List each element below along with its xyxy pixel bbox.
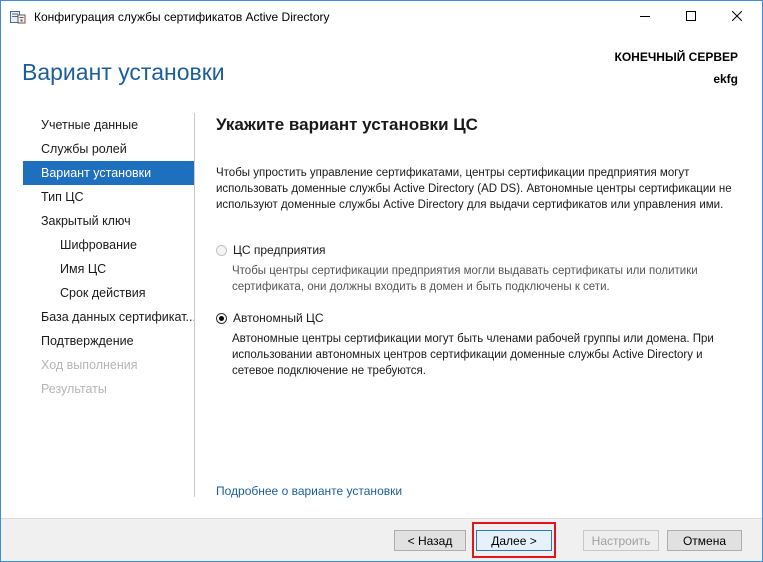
close-button[interactable] <box>714 1 760 33</box>
nav-item-role-services[interactable]: Службы ролей <box>23 137 195 161</box>
wizard-window: Конфигурация службы сертификатов Active … <box>0 0 763 562</box>
configure-button[interactable]: Настроить <box>583 530 659 551</box>
minimize-button[interactable] <box>622 1 668 33</box>
nav-item-setup-type[interactable]: Вариант установки <box>23 161 195 185</box>
enterprise-ca-option[interactable]: ЦС предприятия <box>216 243 326 257</box>
navigation-divider <box>194 113 195 497</box>
enterprise-ca-label: ЦС предприятия <box>233 243 326 257</box>
standalone-ca-option[interactable]: Автономный ЦС <box>216 311 324 325</box>
nav-item-results: Результаты <box>41 382 107 396</box>
close-icon <box>731 8 743 26</box>
nav-item-ca-name[interactable]: Имя ЦС <box>23 257 195 281</box>
section-heading: Укажите вариант установки ЦС <box>216 115 478 134</box>
wizard-footer: < Назад Далее > Настроить Отмена <box>1 518 762 561</box>
window-title: Конфигурация службы сертификатов Active … <box>34 10 330 24</box>
destination-server-label: КОНЕЧНЫЙ СЕРВЕР <box>614 50 738 64</box>
nav-item-credentials[interactable]: Учетные данные <box>23 113 195 137</box>
main-content: Укажите вариант установки ЦС Чтобы упрос… <box>216 113 741 377</box>
next-button[interactable]: Далее > <box>476 530 552 551</box>
nav-item-progress: Ход выполнения <box>41 358 138 372</box>
more-about-setup-type-link[interactable]: Подробнее о варианте установки <box>216 484 402 498</box>
standalone-ca-radio[interactable] <box>216 312 227 324</box>
standalone-ca-description: Автономные центры сертификации могут быт… <box>232 333 714 377</box>
certificate-server-icon <box>10 10 26 24</box>
nav-item-validity-period[interactable]: Срок действия <box>23 281 195 305</box>
nav-item-ca-type[interactable]: Тип ЦС <box>23 185 195 209</box>
radio-selected-dot <box>219 315 224 321</box>
destination-server-name: ekfg <box>713 72 738 86</box>
standalone-ca-label: Автономный ЦС <box>233 311 324 325</box>
nav-item-confirmation[interactable]: Подтверждение <box>23 329 195 353</box>
back-button[interactable]: < Назад <box>394 530 466 551</box>
minimize-icon <box>640 8 650 26</box>
page-title: Вариант установки <box>22 59 225 85</box>
nav-item-cryptography[interactable]: Шифрование <box>23 233 195 257</box>
maximize-button[interactable] <box>668 1 714 33</box>
setup-type-description: Чтобы упростить управление сертификатами… <box>216 167 732 211</box>
maximize-icon <box>686 8 696 26</box>
nav-item-certificate-database[interactable]: База данных сертификат... <box>23 305 195 329</box>
title-bar: Конфигурация службы сертификатов Active … <box>1 1 762 33</box>
cancel-button[interactable]: Отмена <box>667 530 742 551</box>
enterprise-ca-description: Чтобы центры сертификации предприятия мо… <box>232 265 698 293</box>
wizard-navigation: Учетные данные Службы ролей Вариант уста… <box>23 113 195 401</box>
nav-item-private-key[interactable]: Закрытый ключ <box>23 209 195 233</box>
enterprise-ca-radio[interactable] <box>216 244 227 256</box>
